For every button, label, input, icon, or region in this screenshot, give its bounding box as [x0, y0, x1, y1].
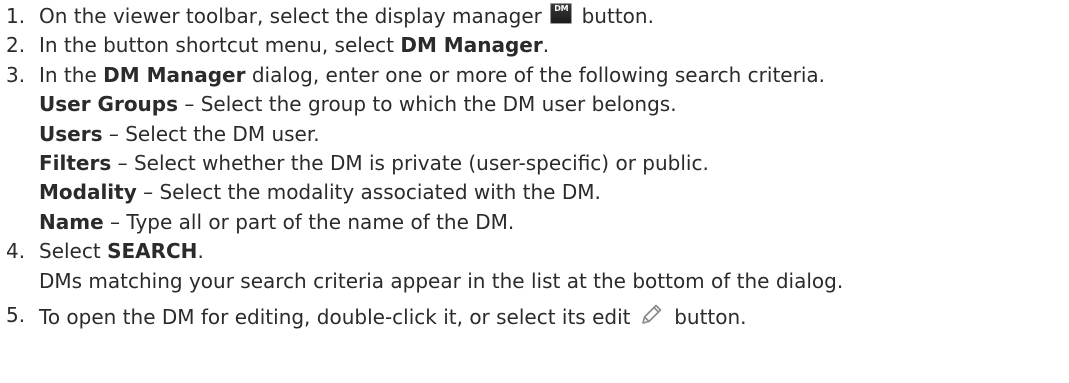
step-2: 2. In the button shortcut menu, select D…	[0, 31, 1069, 60]
step-number: 3.	[6, 62, 26, 87]
display-manager-icon: DM	[550, 3, 573, 24]
instruction-steps: 1. On the viewer toolbar, select the dis…	[0, 0, 1069, 332]
criterion-modality: Modality – Select the modality associate…	[39, 180, 601, 205]
step-text: Select SEARCH.	[39, 239, 204, 264]
criterion-name: Name – Type all or part of the name of t…	[39, 209, 515, 234]
button-name: SEARCH	[107, 239, 198, 264]
step-text: In the button shortcut menu, select DM M…	[39, 33, 550, 58]
step-3: 3. In the DM Manager dialog, enter one o…	[0, 61, 1069, 237]
criterion-user-groups: User Groups – Select the group to which …	[39, 92, 677, 117]
step-number: 4.	[6, 239, 26, 264]
step-text: To open the DM for editing, double-click…	[39, 301, 1069, 332]
step-4: 4. Select SEARCH. DMs matching your sear…	[0, 237, 1069, 296]
pencil-icon	[642, 304, 662, 324]
criterion-users: Users – Select the DM user.	[39, 121, 320, 146]
step-text: On the viewer toolbar, select the displa…	[39, 3, 654, 28]
step-text: In the DM Manager dialog, enter one or m…	[39, 62, 825, 87]
step-number: 1.	[6, 4, 26, 28]
step-number: 5.	[6, 303, 26, 328]
step-5: 5. To open the DM for editing, double-cl…	[0, 301, 1069, 332]
step-result: DMs matching your search criteria appear…	[39, 268, 844, 293]
criterion-filters: Filters – Select whether the DM is priva…	[39, 151, 709, 176]
step-number: 2.	[6, 33, 26, 58]
step-1: 1. On the viewer toolbar, select the dis…	[0, 2, 1069, 31]
dialog-name: DM Manager	[103, 62, 246, 87]
menu-item-name: DM Manager	[400, 33, 543, 58]
